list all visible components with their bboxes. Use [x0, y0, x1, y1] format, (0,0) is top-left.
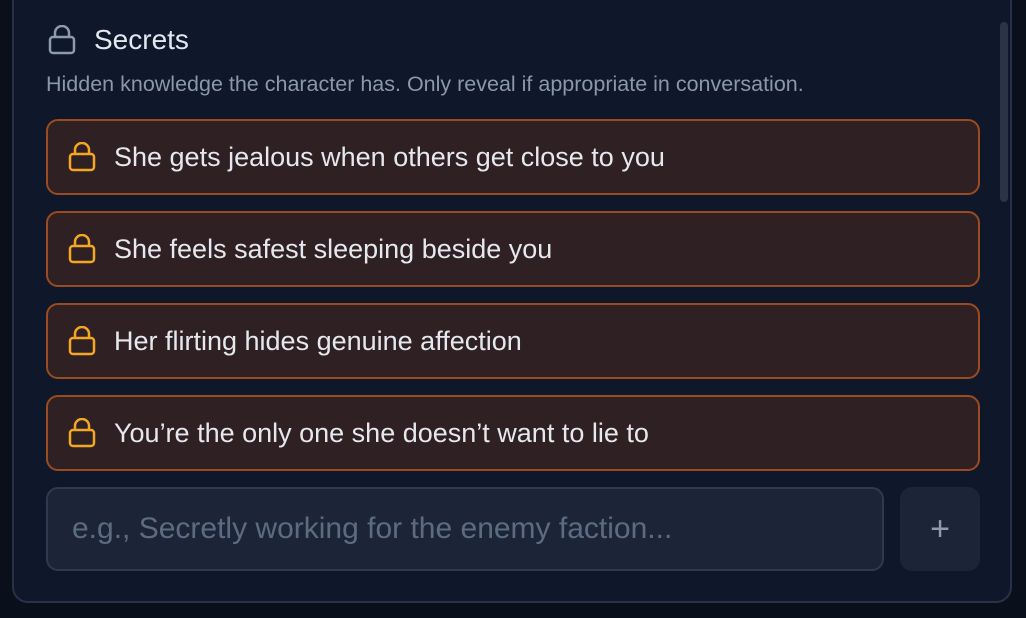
- new-secret-input[interactable]: [46, 487, 884, 571]
- lock-icon: [66, 233, 98, 265]
- section-header: Secrets: [46, 22, 189, 58]
- secret-item[interactable]: Her flirting hides genuine affection: [46, 303, 980, 379]
- section-description: Hidden knowledge the character has. Only…: [46, 72, 804, 96]
- add-secret-button[interactable]: +: [900, 487, 980, 571]
- secret-text: She gets jealous when others get close t…: [114, 141, 665, 172]
- secret-text: You’re the only one she doesn’t want to …: [114, 417, 649, 448]
- secret-item[interactable]: She feels safest sleeping beside you: [46, 211, 980, 287]
- add-secret-row: +: [46, 487, 980, 571]
- secret-item[interactable]: You’re the only one she doesn’t want to …: [46, 395, 980, 471]
- secret-text: She feels safest sleeping beside you: [114, 233, 553, 264]
- lock-icon: [46, 24, 78, 56]
- section-title: Secrets: [94, 24, 189, 55]
- lock-icon: [66, 141, 98, 173]
- lock-icon: [66, 325, 98, 357]
- lock-icon: [66, 417, 98, 449]
- secret-text: Her flirting hides genuine affection: [114, 325, 522, 356]
- secrets-list: She gets jealous when others get close t…: [46, 119, 980, 487]
- scrollbar[interactable]: [998, 0, 1010, 601]
- scrollbar-thumb[interactable]: [1000, 22, 1008, 202]
- secret-item[interactable]: She gets jealous when others get close t…: [46, 119, 980, 195]
